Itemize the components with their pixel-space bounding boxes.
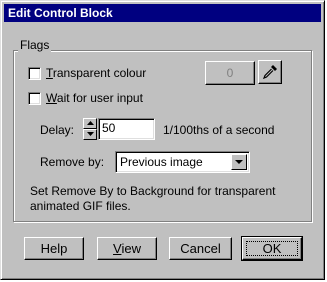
transparent-colour-value[interactable]: 0 <box>205 61 255 85</box>
transparent-colour-checkbox[interactable]: Transparent colour <box>28 66 146 80</box>
eyedropper-icon <box>262 65 277 80</box>
window-title: Edit Control Block <box>8 6 113 20</box>
delay-spinner[interactable] <box>83 118 97 140</box>
cancel-button[interactable]: Cancel <box>169 237 232 260</box>
transparent-colour-checkbox-box[interactable] <box>28 66 41 80</box>
ok-focus-rect <box>246 241 298 256</box>
title-bar[interactable]: Edit Control Block <box>4 4 321 22</box>
view-button-label: View <box>113 241 141 256</box>
colour-picker-button[interactable] <box>258 60 282 84</box>
arrow-up-icon <box>87 121 94 125</box>
ok-button[interactable]: OK <box>241 236 303 261</box>
flags-group-label: Flags <box>18 38 52 52</box>
wait-for-user-input-checkbox[interactable]: Wait for user input <box>28 91 143 105</box>
remove-by-selected-value: Previous image <box>120 155 203 169</box>
remove-by-dropdown-button[interactable] <box>231 154 247 170</box>
help-button[interactable]: Help <box>24 237 84 260</box>
remove-by-select[interactable]: Previous image <box>115 151 250 173</box>
arrow-down-icon <box>87 132 94 136</box>
view-button[interactable]: View <box>97 237 157 260</box>
remove-by-label: Remove by: <box>40 155 105 169</box>
delay-label: Delay: <box>40 123 75 137</box>
delay-down-button[interactable] <box>83 129 97 140</box>
delay-up-button[interactable] <box>83 118 97 129</box>
delay-unit-label: 1/100ths of a second <box>163 123 275 137</box>
delay-input[interactable]: 50 <box>98 118 155 140</box>
transparent-colour-label: Transparent colour <box>46 66 147 80</box>
chevron-down-icon <box>235 160 243 164</box>
wait-for-user-input-checkbox-box[interactable] <box>28 91 41 105</box>
wait-for-user-input-label: Wait for user input <box>46 91 143 105</box>
remove-by-hint: Set Remove By to Background for transpar… <box>30 184 276 213</box>
